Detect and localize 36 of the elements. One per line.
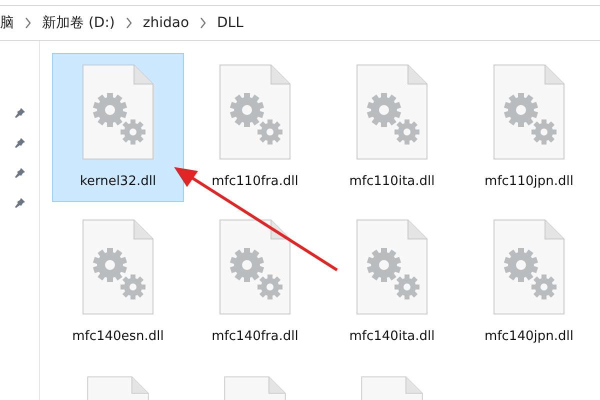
pin-icon[interactable]: [14, 137, 26, 149]
file-name: mfc140esn.dll: [72, 329, 164, 344]
file-name: mfc110ita.dll: [349, 174, 435, 189]
file-name: kernel32.dll: [80, 174, 156, 189]
file-item[interactable]: mfc140fra.dll: [189, 208, 321, 357]
dll-file-icon: [219, 219, 291, 315]
dll-file-icon: [82, 219, 154, 315]
file-name: mfc140fra.dll: [212, 329, 298, 344]
file-item[interactable]: mfc140ita.dll: [326, 208, 458, 357]
breadcrumb-item[interactable]: 脑: [0, 14, 14, 32]
chevron-icon: [124, 17, 133, 29]
dll-file-icon: [219, 64, 291, 160]
file-item[interactable]: mfc110ita.dll: [326, 53, 458, 202]
dll-file-icon: [356, 64, 428, 160]
file-item[interactable]: kernel32.dll: [52, 53, 184, 202]
dll-file-icon: [493, 64, 565, 160]
file-name: mfc110jpn.dll: [484, 174, 574, 189]
file-item[interactable]: mfc140esn.dll: [52, 208, 184, 357]
chevron-icon: [24, 17, 32, 29]
file-name: mfc140ita.dll: [349, 329, 435, 344]
dll-file-icon: [493, 219, 565, 315]
pin-icon[interactable]: [14, 107, 26, 119]
file-name: mfc110fra.dll: [212, 174, 298, 189]
breadcrumb-item[interactable]: zhidao: [142, 15, 190, 31]
chevron-icon: [199, 17, 208, 29]
pin-icon[interactable]: [14, 167, 26, 179]
dll-file-icon: [82, 64, 154, 160]
file-item[interactable]: mfc140jpn.dll: [463, 208, 595, 357]
file-item[interactable]: mfc110jpn.dll: [463, 53, 595, 202]
address-bar[interactable]: 脑 新加卷 (D:) zhidao DLL: [0, 5, 600, 41]
pin-icon[interactable]: [14, 197, 26, 209]
breadcrumb-item[interactable]: 新加卷 (D:): [42, 14, 115, 32]
breadcrumb-item[interactable]: DLL: [217, 15, 244, 31]
file-name: mfc140jpn.dll: [484, 329, 574, 344]
dll-file-icon: [356, 219, 428, 315]
file-item[interactable]: mfc110fra.dll: [189, 53, 321, 202]
